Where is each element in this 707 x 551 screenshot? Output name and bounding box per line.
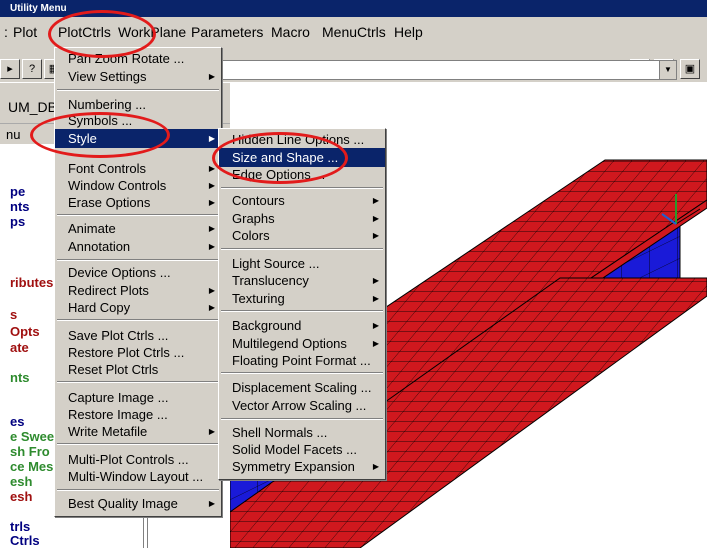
arrow-right-icon: ▶ [372,294,379,303]
menu-item-floating-point-format[interactable]: Floating Point Format ... [219,351,385,370]
menu-menuctrls[interactable]: MenuCtrls [322,24,386,40]
menu-parameters[interactable]: Parameters [191,24,263,40]
menu-macro[interactable]: Macro [271,24,310,40]
annotation-circle [212,132,348,184]
tree-item[interactable]: nts [10,199,30,214]
menu-separator [57,443,219,445]
arrow-right-icon: ▶ [208,242,215,251]
menu-item-hard-copy[interactable]: Hard Copy ▶ [55,298,221,317]
tree-item[interactable]: Ctrls [10,533,40,548]
menu-separator [221,187,383,189]
arrow-right-icon: ▶ [208,499,215,508]
annotation-circle [48,10,156,58]
tree-item[interactable]: nts [10,370,30,385]
tree-item[interactable]: esh [10,489,32,504]
menu-separator [57,489,219,491]
annotation-circle [30,112,170,158]
menu-separator [57,381,219,383]
arrow-right-icon: ▶ [372,462,379,471]
arrow-right-icon: ▶ [372,231,379,240]
arrow-right-icon: ▶ [372,276,379,285]
arrow-right-icon: ▶ [208,134,215,143]
menu-item-contours[interactable]: Contours ▶ [219,191,385,210]
tree-item[interactable]: Opts [10,324,40,339]
menu-separator [57,89,219,91]
menu-separator [221,372,383,374]
resume-db-icon[interactable]: ▣ [680,59,700,79]
menu-separator [221,310,383,312]
arrow-right-icon: ▶ [208,224,215,233]
menu-item-translucency[interactable]: Translucency ▶ [219,271,385,290]
tree-item[interactable]: ributes [10,275,53,290]
menu-separator [57,214,219,216]
jobname-label: UM_DB [8,99,58,115]
tree-item[interactable]: ce Mes [10,459,53,474]
menu-separator [57,319,219,321]
tree-item[interactable]: s [10,307,17,322]
arrow-right-icon: ▶ [372,321,379,330]
menu-separator [57,259,219,261]
arrow-right-icon: ▶ [208,427,215,436]
tree-item[interactable]: esh [10,474,32,489]
tree-item[interactable]: trls [10,519,30,534]
menu-help[interactable]: Help [394,24,423,40]
menu-item-view-settings[interactable]: View Settings ▶ [55,67,221,86]
arrow-right-icon: ▶ [208,72,215,81]
chevron-down-icon[interactable]: ▼ [659,61,676,79]
arrow-right-icon: ▶ [208,198,215,207]
menu-item-annotation[interactable]: Annotation ▶ [55,237,221,256]
menu-item-background[interactable]: Background ▶ [219,316,385,335]
frame [0,0,480,11]
menu-item-vector-arrow-scaling[interactable]: Vector Arrow Scaling ... [219,396,385,415]
menu-item-colors[interactable]: Colors ▶ [219,226,385,245]
menu-separator [221,418,383,420]
menu-item-best-quality-image[interactable]: Best Quality Image ▶ [55,494,221,513]
tree-item[interactable]: ate [10,340,29,355]
menu-item-reset-plot-ctrls[interactable]: Reset Plot Ctrls [55,360,221,379]
open-icon[interactable]: ▸ [0,59,20,79]
arrow-right-icon: ▶ [372,196,379,205]
tree-item[interactable]: e Swee [10,429,54,444]
menu-separator [221,248,383,250]
arrow-right-icon: ▶ [208,303,215,312]
menu-item-symmetry-expansion[interactable]: Symmetry Expansion ▶ [219,457,385,476]
menu-item-erase-options[interactable]: Erase Options ▶ [55,193,221,212]
menu-item-displacement-scaling[interactable]: Displacement Scaling ... [219,378,385,397]
tree-item[interactable]: sh Fro [10,444,50,459]
menu-item-animate[interactable]: Animate ▶ [55,219,221,238]
menu-item-write-metafile[interactable]: Write Metafile ▶ [55,422,221,441]
help-icon[interactable]: ? [22,59,42,79]
tree-item[interactable]: pe [10,184,25,199]
tree-item[interactable]: es [10,414,24,429]
menu-item-device-options[interactable]: Device Options ... [55,263,221,282]
menu-item-multi-window-layout[interactable]: Multi-Window Layout ... [55,467,221,486]
menu-plot[interactable]: Plot [13,24,37,40]
menu-item-texturing[interactable]: Texturing ▶ [219,289,385,308]
main-menu-header-label: nu [6,127,21,142]
command-input[interactable]: ▼ [222,60,677,80]
menu-separator-dot: : [4,24,8,40]
tree-item[interactable]: ps [10,214,25,229]
